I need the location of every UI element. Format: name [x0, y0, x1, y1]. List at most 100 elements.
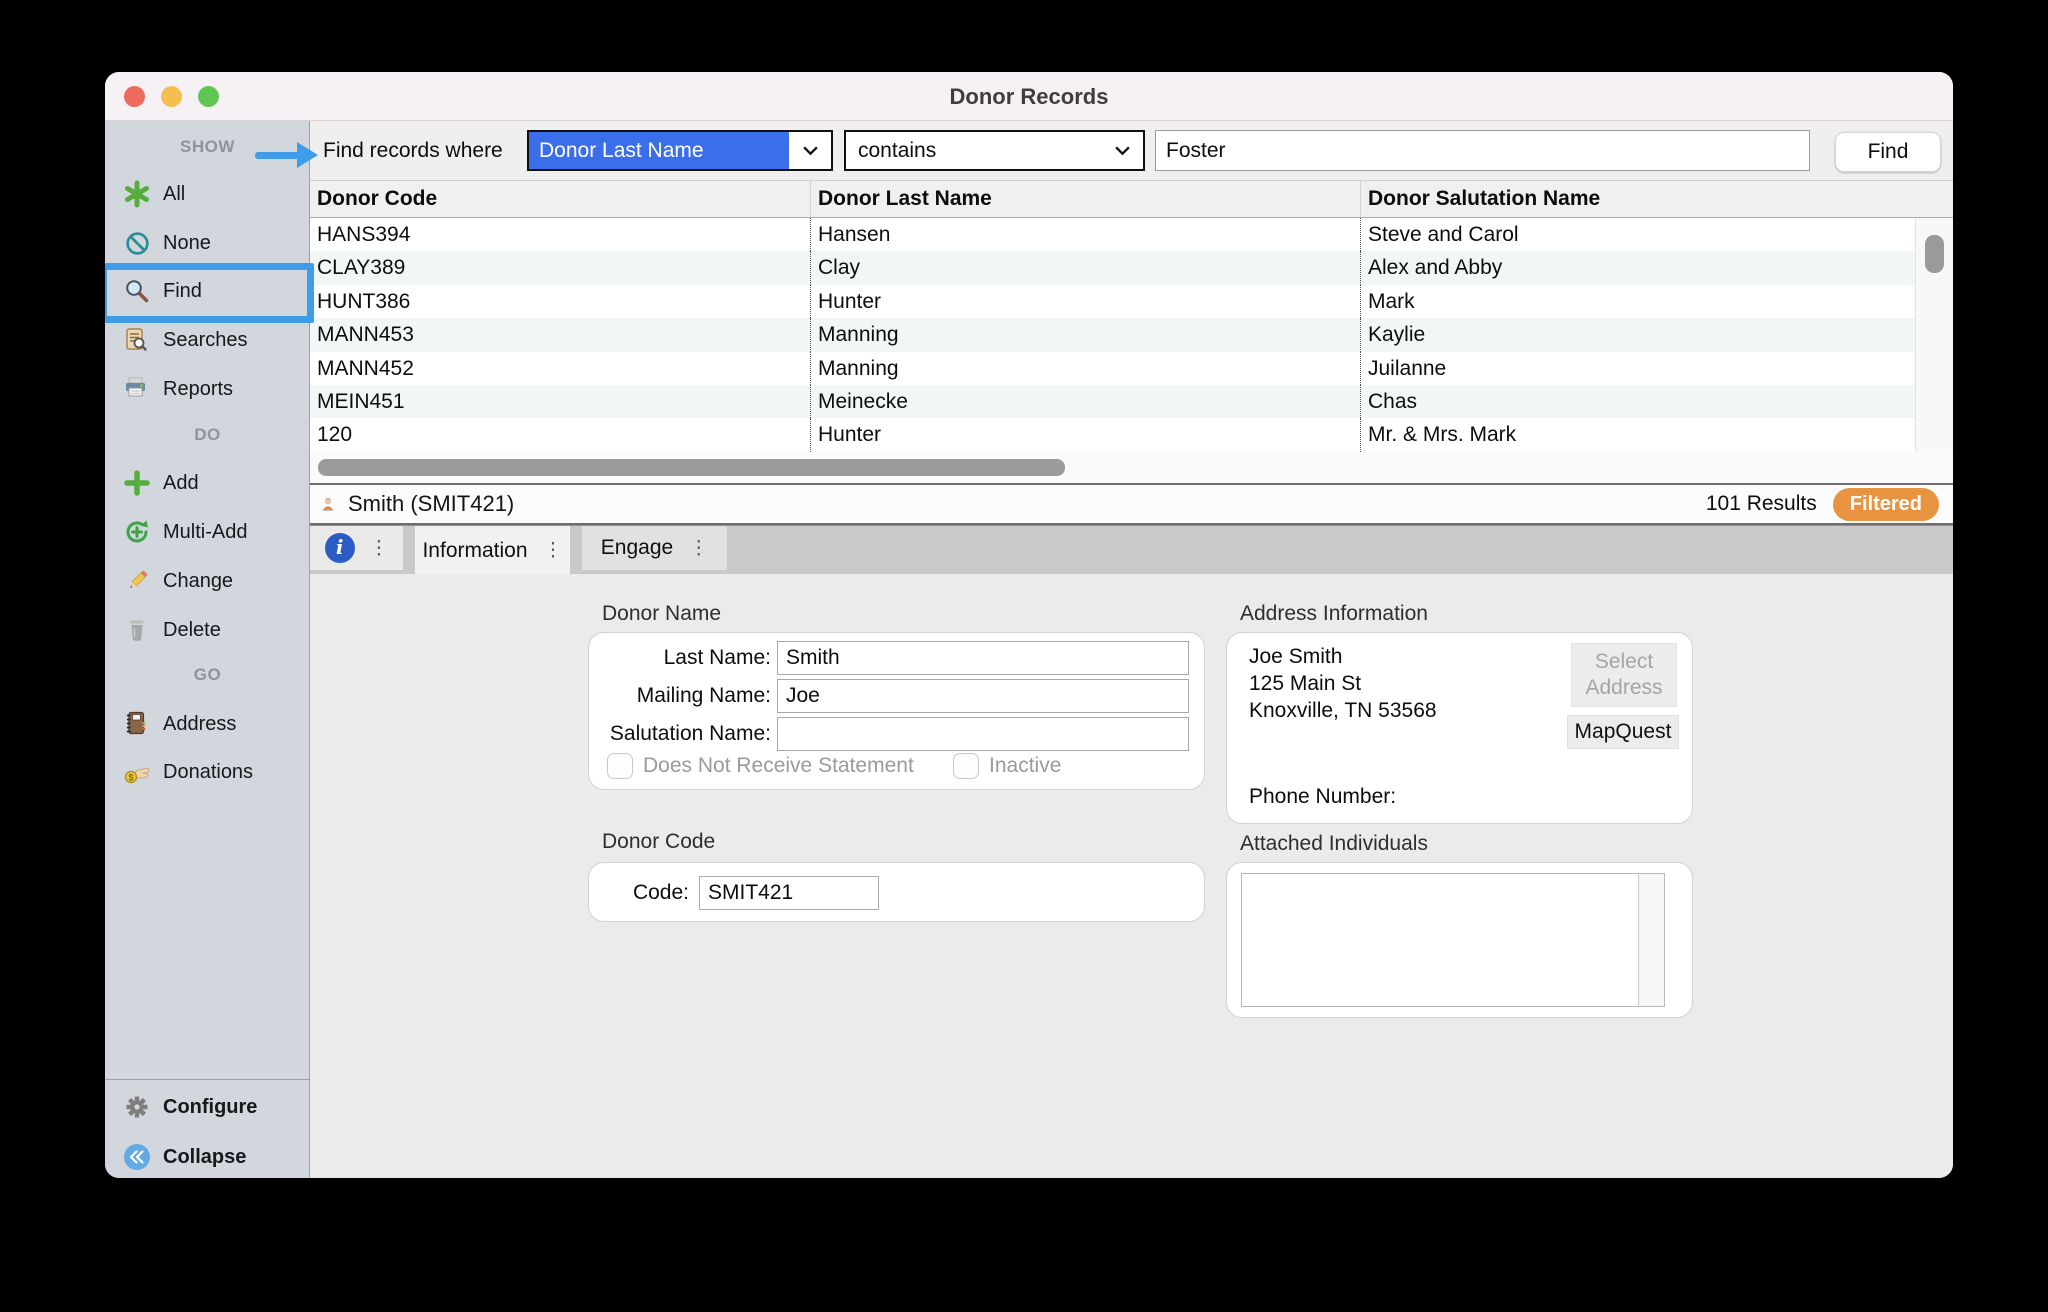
- does-not-receive-statement-label: Does Not Receive Statement: [643, 754, 914, 778]
- vertical-scrollbar[interactable]: [1915, 218, 1953, 452]
- sidebar-item-add[interactable]: Add: [105, 459, 310, 507]
- sidebar-item-searches[interactable]: Searches: [105, 316, 310, 364]
- table-row[interactable]: CLAY389 Clay Alex and Abby: [310, 251, 1915, 284]
- sidebar-item-label: Add: [163, 472, 199, 495]
- address-city-state-zip: Knoxville, TN 53568: [1249, 697, 1437, 724]
- inactive-checkbox[interactable]: [953, 753, 979, 779]
- sidebar-item-donations[interactable]: $ Donations: [105, 748, 310, 796]
- sidebar-item-collapse[interactable]: Collapse: [105, 1133, 310, 1178]
- last-name-input[interactable]: [777, 641, 1189, 675]
- sidebar-item-address[interactable]: Address: [105, 700, 310, 748]
- table-row[interactable]: 120 Hunter Mr. & Mrs. Mark: [310, 418, 1915, 451]
- operator-select[interactable]: contains: [844, 130, 1145, 171]
- sidebar-item-reports[interactable]: Reports: [105, 365, 310, 413]
- table-row[interactable]: MANN453 Manning Kaylie: [310, 318, 1915, 351]
- mapquest-button[interactable]: MapQuest: [1567, 715, 1679, 749]
- sidebar-item-label: Change: [163, 570, 233, 593]
- address-info-panel: Joe Smith 125 Main St Knoxville, TN 5356…: [1226, 632, 1693, 824]
- inactive-label: Inactive: [989, 754, 1061, 778]
- cell-salutation: Mark: [1360, 285, 1915, 318]
- cell-salutation: Mr. & Mrs. Mark: [1360, 418, 1915, 451]
- tab-information[interactable]: Information ⋮: [415, 526, 570, 575]
- table-header: Donor Code Donor Last Name Donor Salutat…: [310, 181, 1953, 218]
- app-window: Donor Records SHOW All None F: [105, 72, 1953, 1178]
- table-row[interactable]: MANN452 Manning Juilanne: [310, 352, 1915, 385]
- pencil-icon: [121, 567, 153, 595]
- sidebar-item-delete[interactable]: Delete: [105, 606, 310, 654]
- annotation-arrow-head: [297, 142, 318, 168]
- title-bar: Donor Records: [105, 72, 1953, 121]
- sidebar-item-label: Multi-Add: [163, 521, 247, 544]
- list-scrollbar-track[interactable]: [1638, 874, 1664, 1006]
- person-icon: [310, 491, 336, 518]
- sidebar-item-label: Delete: [163, 619, 221, 642]
- tab-label: Information: [422, 539, 527, 563]
- salutation-name-label: Salutation Name:: [589, 722, 771, 746]
- sidebar-item-change[interactable]: Change: [105, 557, 310, 605]
- cell-last-name: Manning: [810, 352, 1360, 385]
- cell-last-name: Hansen: [810, 218, 1360, 251]
- record-bar: Smith (SMIT421) 101 Results Filtered: [310, 483, 1953, 525]
- cell-donor-code: MANN452: [310, 352, 810, 385]
- search-query-input[interactable]: [1155, 130, 1810, 171]
- vertical-dots-icon[interactable]: ⋮: [369, 539, 388, 558]
- sidebar-item-label: None: [163, 232, 211, 255]
- sidebar-item-none[interactable]: None: [105, 219, 310, 267]
- table-row[interactable]: MEIN451 Meinecke Chas: [310, 385, 1915, 418]
- sidebar-item-all[interactable]: All: [105, 170, 310, 218]
- address-book-icon: [121, 710, 153, 738]
- sidebar-item-multi-add[interactable]: Multi-Add: [105, 508, 310, 556]
- vertical-dots-icon[interactable]: ⋮: [544, 541, 563, 560]
- attached-individuals-list[interactable]: [1241, 873, 1665, 1007]
- sidebar: SHOW All None Find: [105, 121, 310, 1178]
- vertical-scrollbar-thumb[interactable]: [1925, 235, 1944, 273]
- mailing-name-label: Mailing Name:: [589, 684, 771, 708]
- salutation-name-input[interactable]: [777, 717, 1189, 751]
- results-count: 101 Results: [1706, 492, 1817, 516]
- cell-last-name: Manning: [810, 318, 1360, 351]
- horizontal-scrollbar-thumb[interactable]: [318, 459, 1065, 476]
- find-button[interactable]: Find: [1835, 132, 1941, 172]
- donor-name-panel: Last Name: Mailing Name: Salutation Name…: [588, 632, 1205, 790]
- sidebar-item-label: Reports: [163, 378, 233, 401]
- tab-bar: i ⋮ Information ⋮ Engage ⋮: [310, 525, 1953, 574]
- last-name-label: Last Name:: [589, 646, 771, 670]
- donor-name-section-title: Donor Name: [602, 602, 721, 626]
- attached-individuals-section-title: Attached Individuals: [1240, 832, 1428, 856]
- tab-tools-segment[interactable]: i ⋮: [310, 526, 403, 570]
- cell-donor-code: HANS394: [310, 218, 810, 251]
- mailing-name-input[interactable]: [777, 679, 1189, 713]
- column-header-donor-salutation-name[interactable]: Donor Salutation Name: [1360, 181, 1915, 217]
- operator-select-value: contains: [846, 132, 1101, 169]
- sidebar-section-do: DO: [105, 413, 310, 457]
- donor-code-input[interactable]: [699, 876, 879, 910]
- filtered-badge[interactable]: Filtered: [1833, 488, 1939, 521]
- donor-code-panel: Code:: [588, 862, 1205, 922]
- cell-salutation: Chas: [1360, 385, 1915, 418]
- gear-icon: [121, 1093, 153, 1121]
- cell-last-name: Clay: [810, 251, 1360, 284]
- find-records-where-label: Find records where: [323, 121, 503, 181]
- sidebar-item-configure[interactable]: Configure: [105, 1083, 310, 1131]
- vertical-dots-icon[interactable]: ⋮: [689, 539, 708, 558]
- field-select[interactable]: Donor Last Name: [527, 130, 833, 171]
- does-not-receive-statement-checkbox[interactable]: [607, 753, 633, 779]
- phone-number-label: Phone Number:: [1249, 783, 1396, 810]
- cell-salutation: Steve and Carol: [1360, 218, 1915, 251]
- select-address-button[interactable]: Select Address: [1571, 643, 1677, 707]
- sidebar-item-label: All: [163, 183, 185, 206]
- field-select-value: Donor Last Name: [529, 132, 789, 169]
- cell-last-name: Hunter: [810, 285, 1360, 318]
- tab-engage[interactable]: Engage ⋮: [582, 526, 727, 570]
- sidebar-item-label: Address: [163, 713, 236, 736]
- info-icon[interactable]: i: [325, 533, 355, 563]
- horizontal-scrollbar[interactable]: [310, 452, 1953, 483]
- column-header-donor-code[interactable]: Donor Code: [310, 181, 810, 217]
- sidebar-footer-divider: [105, 1079, 310, 1080]
- table-row[interactable]: HANS394 Hansen Steve and Carol: [310, 218, 1915, 251]
- table-row[interactable]: HUNT386 Hunter Mark: [310, 285, 1915, 318]
- column-header-donor-last-name[interactable]: Donor Last Name: [810, 181, 1360, 217]
- sidebar-section-show: SHOW: [105, 125, 310, 169]
- searches-icon: [121, 326, 153, 354]
- cell-last-name: Meinecke: [810, 385, 1360, 418]
